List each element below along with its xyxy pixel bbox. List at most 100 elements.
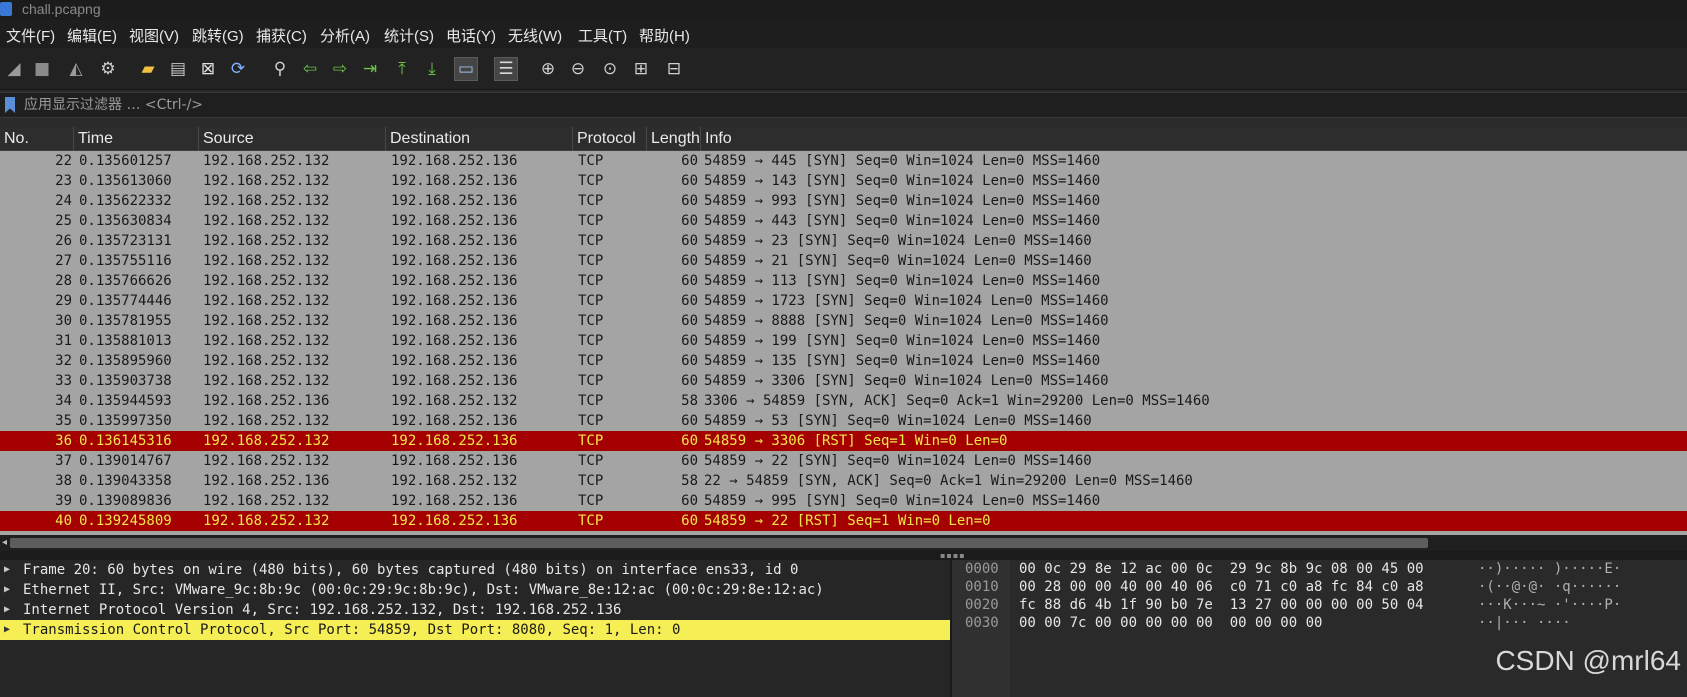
go-back-icon[interactable]: ⇦: [298, 57, 322, 81]
hex-bytes[interactable]: 00 00 7c 00 00 00 00 00 00 00 00 00: [1019, 614, 1322, 632]
menu-item-7[interactable]: 电话(Y): [446, 25, 496, 46]
packet-row[interactable]: 30 0.135781955 192.168.252.132 192.168.252.…: [0, 311, 1687, 331]
packet-row[interactable]: 35 0.135997350 192.168.252.132 192.168.252.…: [0, 411, 1687, 431]
menu-item-9[interactable]: 工具(T): [578, 25, 627, 46]
packet-time: 0.135723131: [79, 233, 172, 249]
packet-src: 192.168.252.132: [203, 353, 330, 369]
hex-ascii[interactable]: ··|··· ····: [1478, 614, 1571, 632]
packet-row[interactable]: 37 0.139014767 192.168.252.132 192.168.252.…: [0, 451, 1687, 471]
packet-time: 0.135613060: [79, 173, 172, 189]
packet-row[interactable]: 34 0.135944593 192.168.252.136 192.168.252.…: [0, 391, 1687, 411]
hex-bytes[interactable]: fc 88 d6 4b 1f 90 b0 7e 13 27 00 00 00 0…: [1019, 596, 1424, 614]
packet-time: 0.135622332: [79, 193, 172, 209]
col-time-header[interactable]: Time: [73, 127, 198, 151]
go-last-icon[interactable]: ⤓: [420, 57, 444, 81]
menu-item-0[interactable]: 文件(F): [6, 25, 55, 46]
packet-details-pane[interactable]: ▶ Frame 20: 60 bytes on wire (480 bits), …: [0, 560, 950, 697]
packet-len: 60: [681, 193, 698, 209]
menu-item-2[interactable]: 视图(V): [129, 25, 179, 46]
stop-capture-icon[interactable]: ■: [30, 57, 54, 81]
zoom-reset-icon[interactable]: ⊙: [598, 57, 622, 81]
packet-row[interactable]: 39 0.139089836 192.168.252.132 192.168.252.…: [0, 491, 1687, 511]
hex-bytes[interactable]: 00 28 00 00 40 00 40 06 c0 71 c0 a8 fc 8…: [1019, 578, 1424, 596]
packet-row[interactable]: 31 0.135881013 192.168.252.132 192.168.252.…: [0, 331, 1687, 351]
restart-capture-icon[interactable]: ◭: [64, 57, 88, 81]
col-protocol-header[interactable]: Protocol: [572, 127, 646, 151]
col-length-header[interactable]: Length: [646, 127, 700, 151]
packet-row[interactable]: 28 0.135766626 192.168.252.132 192.168.252.…: [0, 271, 1687, 291]
packet-row[interactable]: 25 0.135630834 192.168.252.132 192.168.252.…: [0, 211, 1687, 231]
find-packet-icon[interactable]: ⚲: [268, 57, 292, 81]
display-filter-input[interactable]: [20, 93, 1680, 117]
col-no-header[interactable]: No.: [0, 127, 73, 151]
menu-item-5[interactable]: 分析(A): [320, 25, 370, 46]
detail-row[interactable]: ▶ Transmission Control Protocol, Src Port…: [0, 620, 950, 640]
packet-row[interactable]: 32 0.135895960 192.168.252.132 192.168.252.…: [0, 351, 1687, 371]
expand-arrow-icon[interactable]: ▶: [4, 580, 10, 600]
packet-row[interactable]: 38 0.139043358 192.168.252.136 192.168.252.…: [0, 471, 1687, 491]
go-first-icon[interactable]: ⤒: [390, 57, 414, 81]
scroll-left-icon[interactable]: ◂: [2, 537, 7, 548]
menu-item-4[interactable]: 捕获(C): [256, 25, 307, 46]
packet-info: 54859 → 23 [SYN] Seq=0 Win=1024 Len=0 MS…: [704, 233, 1092, 249]
menu-item-10[interactable]: 帮助(H): [639, 25, 690, 46]
pane-splitter[interactable]: ▪▪▪▪: [0, 551, 1687, 560]
capture-options-icon[interactable]: ⚙: [96, 57, 120, 81]
packet-info: 54859 → 445 [SYN] Seq=0 Win=1024 Len=0 M…: [704, 153, 1101, 169]
menu-item-8[interactable]: 无线(W): [508, 25, 562, 46]
expand-arrow-icon[interactable]: ▶: [4, 620, 10, 640]
packet-list[interactable]: 22 0.135601257 192.168.252.132 192.168.252.…: [0, 151, 1687, 535]
bookmark-icon[interactable]: [5, 97, 15, 113]
hex-ascii[interactable]: ··)····· )·····E·: [1478, 560, 1621, 578]
zoom-out-icon[interactable]: ⊖: [566, 57, 590, 81]
packet-list-hscrollbar[interactable]: ◂: [0, 535, 1687, 551]
packet-time: 0.135630834: [79, 213, 172, 229]
hex-ascii[interactable]: ···K···~ ·'····P·: [1478, 596, 1621, 614]
expand-subtrees-icon[interactable]: ⊟: [662, 57, 686, 81]
hex-bytes[interactable]: 00 0c 29 8e 12 ac 00 0c 29 9c 8b 9c 08 0…: [1019, 560, 1424, 578]
scrollbar-thumb[interactable]: [10, 538, 1428, 548]
zoom-in-icon[interactable]: ⊕: [536, 57, 560, 81]
go-forward-icon[interactable]: ⇨: [328, 57, 352, 81]
hex-ascii[interactable]: ·(··@·@· ·q······: [1478, 578, 1621, 596]
packet-info: 54859 → 1723 [SYN] Seq=0 Win=1024 Len=0 …: [704, 293, 1109, 309]
packet-no: 38: [55, 473, 72, 489]
detail-row[interactable]: ▶ Ethernet II, Src: VMware_9c:8b:9c (00:0…: [0, 580, 950, 600]
detail-row[interactable]: ▶ Frame 20: 60 bytes on wire (480 bits), …: [0, 560, 950, 580]
packet-row[interactable]: 23 0.135613060 192.168.252.132 192.168.252.…: [0, 171, 1687, 191]
packet-row[interactable]: 29 0.135774446 192.168.252.132 192.168.252.…: [0, 291, 1687, 311]
open-file-icon[interactable]: ▰: [136, 57, 160, 81]
menu-item-3[interactable]: 跳转(G): [192, 25, 244, 46]
menu-item-6[interactable]: 统计(S): [384, 25, 434, 46]
reload-file-icon[interactable]: ⟳: [226, 57, 250, 81]
detail-text: Frame 20: 60 bytes on wire (480 bits), 6…: [23, 562, 799, 578]
packet-row[interactable]: 36 0.136145316 192.168.252.132 192.168.252.…: [0, 431, 1687, 451]
close-file-icon[interactable]: ⊠: [196, 57, 220, 81]
col-source-header[interactable]: Source: [198, 127, 385, 151]
expand-arrow-icon[interactable]: ▶: [4, 600, 10, 620]
packet-row[interactable]: 33 0.135903738 192.168.252.132 192.168.252.…: [0, 371, 1687, 391]
display-filter-bar: [0, 92, 1687, 118]
packet-no: 22: [55, 153, 72, 169]
col-info-header[interactable]: Info: [700, 127, 1687, 151]
expand-arrow-icon[interactable]: ▶: [4, 560, 10, 580]
go-to-packet-icon[interactable]: ⇥: [358, 57, 382, 81]
auto-scroll-icon[interactable]: ▭: [454, 57, 478, 81]
packet-no: 36: [55, 433, 72, 449]
hex-offset: 0000: [965, 561, 999, 577]
packet-row[interactable]: 24 0.135622332 192.168.252.132 192.168.252.…: [0, 191, 1687, 211]
packet-row[interactable]: 22 0.135601257 192.168.252.132 192.168.252.…: [0, 151, 1687, 171]
detail-row[interactable]: ▶ Internet Protocol Version 4, Src: 192.1…: [0, 600, 950, 620]
packet-row[interactable]: 40 0.139245809 192.168.252.132 192.168.252.…: [0, 511, 1687, 531]
resize-columns-icon[interactable]: ⊞: [629, 57, 653, 81]
packet-len: 60: [681, 513, 698, 529]
start-capture-icon[interactable]: ◢: [2, 57, 26, 81]
colorize-icon[interactable]: ☰: [494, 57, 518, 81]
save-file-icon[interactable]: ▤: [166, 57, 190, 81]
packet-row[interactable]: 27 0.135755116 192.168.252.132 192.168.252.…: [0, 251, 1687, 271]
packet-row[interactable]: 26 0.135723131 192.168.252.132 192.168.252.…: [0, 231, 1687, 251]
packet-len: 60: [681, 213, 698, 229]
menu-item-1[interactable]: 编辑(E): [67, 25, 117, 46]
col-destination-header[interactable]: Destination: [385, 127, 572, 151]
hex-offset: 0030: [965, 615, 999, 631]
